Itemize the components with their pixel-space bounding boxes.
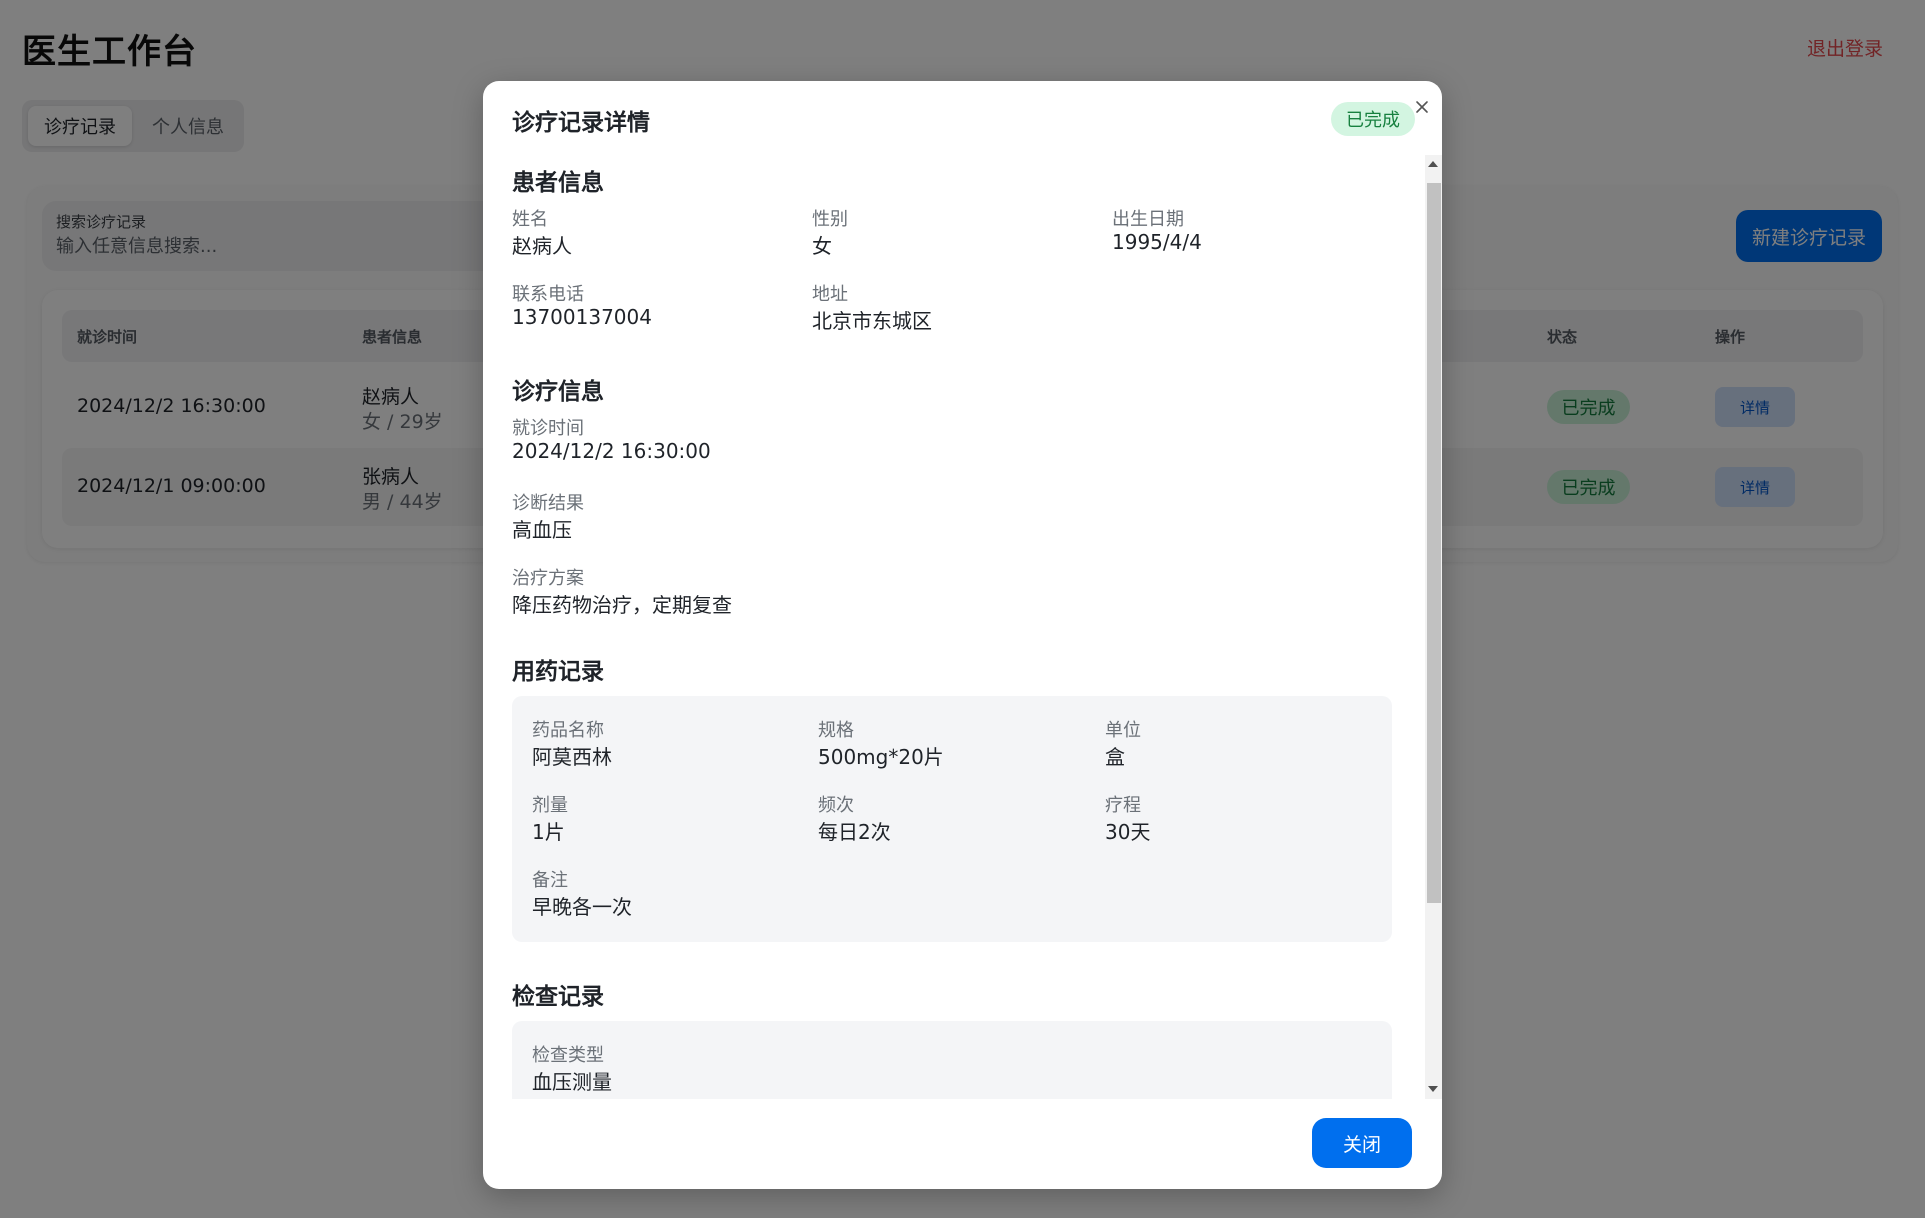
field-label-diagnosis: 诊断结果 xyxy=(512,493,584,514)
field-value-treatment: 降压药物治疗，定期复查 xyxy=(512,593,732,617)
exam-card xyxy=(512,1021,1392,1099)
field-value-diagnosis: 高血压 xyxy=(512,518,572,542)
field-value-address: 北京市东城区 xyxy=(812,309,932,333)
close-button[interactable]: 关闭 xyxy=(1312,1118,1412,1168)
field-label-drug: 药品名称 xyxy=(532,720,604,741)
scroll-up-arrow-icon[interactable] xyxy=(1428,161,1438,167)
field-value-name: 赵病人 xyxy=(512,234,572,258)
field-value-unit: 盒 xyxy=(1105,745,1125,769)
status-badge: 已完成 xyxy=(1331,102,1415,136)
field-value-drug: 阿莫西林 xyxy=(532,745,612,769)
field-label-name: 姓名 xyxy=(512,209,548,230)
field-label-dob: 出生日期 xyxy=(1112,209,1184,230)
field-label-frequency: 频次 xyxy=(818,795,854,816)
record-detail-modal: 诊疗记录详情 已完成 患者信息 姓名 赵病人 性别 女 出生日期 1995/4/… xyxy=(483,81,1442,1189)
section-title-diagnosis: 诊疗信息 xyxy=(512,379,604,405)
field-label-course: 疗程 xyxy=(1105,795,1141,816)
field-value-gender: 女 xyxy=(812,234,832,258)
field-value-dose: 1片 xyxy=(532,820,565,844)
field-label-gender: 性别 xyxy=(812,209,848,230)
field-value-note: 早晚各一次 xyxy=(532,895,632,919)
field-value-frequency: 每日2次 xyxy=(818,820,891,844)
close-icon[interactable] xyxy=(1410,95,1434,119)
field-label-address: 地址 xyxy=(812,284,848,305)
field-label-dose: 剂量 xyxy=(532,795,568,816)
field-value-visit-time: 2024/12/2 16:30:00 xyxy=(512,439,711,463)
section-title-medication: 用药记录 xyxy=(512,659,604,685)
scrollbar-thumb[interactable] xyxy=(1427,183,1441,903)
field-value-phone: 13700137004 xyxy=(512,305,652,329)
section-title-patient: 患者信息 xyxy=(512,170,604,196)
field-label-exam-type: 检查类型 xyxy=(532,1045,604,1066)
field-value-dob: 1995/4/4 xyxy=(1112,230,1202,254)
modal-scrollbar[interactable] xyxy=(1422,155,1442,1099)
medication-card xyxy=(512,696,1392,942)
modal-title: 诊疗记录详情 xyxy=(512,110,650,136)
field-value-exam-type: 血压测量 xyxy=(532,1070,612,1094)
field-label-unit: 单位 xyxy=(1105,720,1141,741)
scroll-down-arrow-icon[interactable] xyxy=(1428,1086,1438,1092)
modal-scroll-body[interactable]: 患者信息 姓名 赵病人 性别 女 出生日期 1995/4/4 联系电话 1370… xyxy=(483,155,1422,1099)
section-title-exam: 检查记录 xyxy=(512,984,604,1010)
field-label-note: 备注 xyxy=(532,870,568,891)
field-value-course: 30天 xyxy=(1105,820,1151,844)
field-label-spec: 规格 xyxy=(818,720,854,741)
field-value-spec: 500mg*20片 xyxy=(818,745,944,769)
field-label-treatment: 治疗方案 xyxy=(512,568,584,589)
field-label-phone: 联系电话 xyxy=(512,284,584,305)
field-label-visit-time: 就诊时间 xyxy=(512,418,584,439)
